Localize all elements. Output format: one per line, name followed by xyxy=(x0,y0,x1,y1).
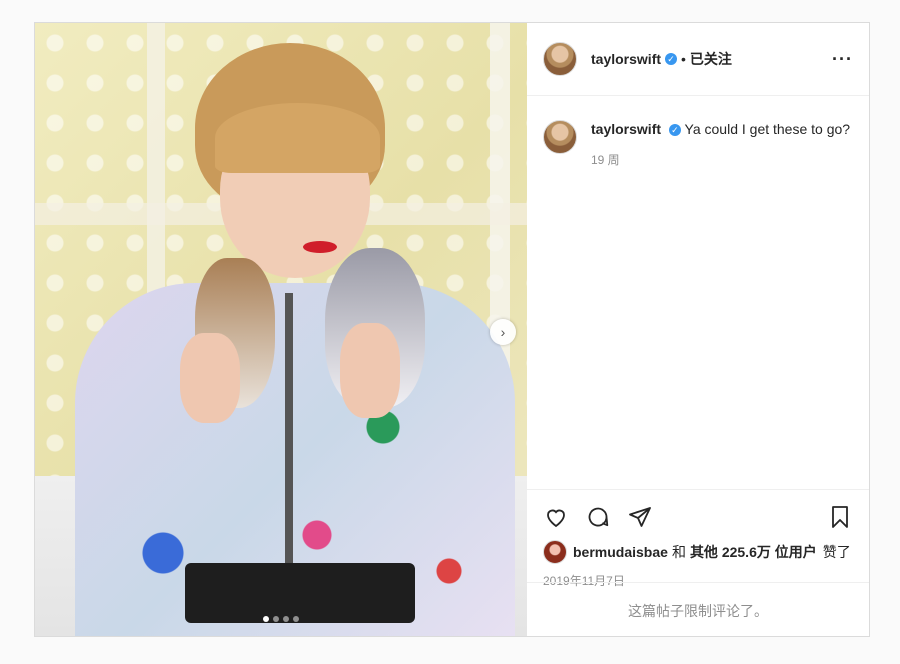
verified-badge-icon: ✓ xyxy=(668,124,681,137)
caption-username[interactable]: taylorswift xyxy=(591,121,661,137)
caption-body: taylorswift ✓ Ya could I get these to go… xyxy=(591,120,850,170)
next-slide-button[interactable]: › xyxy=(490,319,516,345)
carousel-dot xyxy=(283,616,289,622)
carousel-dot xyxy=(293,616,299,622)
caption-text: Ya could I get these to go? xyxy=(684,121,851,137)
chevron-right-icon: › xyxy=(500,324,506,340)
photo-detail xyxy=(303,241,337,253)
carousel-dot xyxy=(273,616,279,622)
separator-dot: • xyxy=(681,51,686,67)
post-actions: bermudaisbae 和 其他 225.6万 位用户 赞了 2019年11月… xyxy=(527,489,869,589)
comments-disabled-notice: 这篇帖子限制评论了。 xyxy=(527,582,869,638)
post-header: taylorswift ✓ • 已关注 ··· xyxy=(527,23,869,96)
caption: taylorswift ✓ Ya could I get these to go… xyxy=(527,96,869,170)
carousel-indicator xyxy=(263,616,299,622)
liked-by-username[interactable]: bermudaisbae xyxy=(573,544,668,560)
follow-status-button[interactable]: 已关注 xyxy=(690,49,732,69)
verified-badge-icon: ✓ xyxy=(665,53,678,65)
caption-timestamp[interactable]: 19 周 xyxy=(591,151,850,170)
likes-verb: 赞了 xyxy=(822,544,851,560)
carousel-dot xyxy=(263,616,269,622)
likes-conjunction: 和 xyxy=(671,544,686,560)
photo-detail xyxy=(215,103,380,173)
avatar[interactable] xyxy=(543,120,577,154)
heart-icon[interactable] xyxy=(543,504,569,530)
post-sidebar: taylorswift ✓ • 已关注 ··· taylorswift ✓ Ya… xyxy=(527,23,869,636)
comment-icon[interactable] xyxy=(585,504,611,530)
post-photo[interactable]: › xyxy=(35,23,527,636)
action-icons xyxy=(543,502,853,532)
likes-suffix: 位用户 xyxy=(774,544,817,560)
avatar[interactable] xyxy=(543,540,567,564)
avatar[interactable] xyxy=(543,42,577,76)
photo-detail xyxy=(180,333,240,423)
send-icon[interactable] xyxy=(627,504,653,530)
photo-detail xyxy=(340,323,400,418)
post-card: › taylorswift ✓ • 已关注 ··· taylorswift ✓ … xyxy=(34,22,870,637)
bookmark-icon[interactable] xyxy=(827,504,853,530)
more-options-icon[interactable]: ··· xyxy=(832,49,853,70)
likes-others-label: 其他 xyxy=(689,544,718,560)
likes-count: 225.6万 xyxy=(721,544,771,560)
likes-summary: bermudaisbae 和 其他 225.6万 位用户 赞了 xyxy=(543,540,853,564)
photo-detail xyxy=(285,293,293,593)
photo-detail xyxy=(185,563,415,623)
likes-others-link[interactable]: 其他 225.6万 位用户 xyxy=(690,542,817,562)
author-username[interactable]: taylorswift xyxy=(591,51,661,67)
